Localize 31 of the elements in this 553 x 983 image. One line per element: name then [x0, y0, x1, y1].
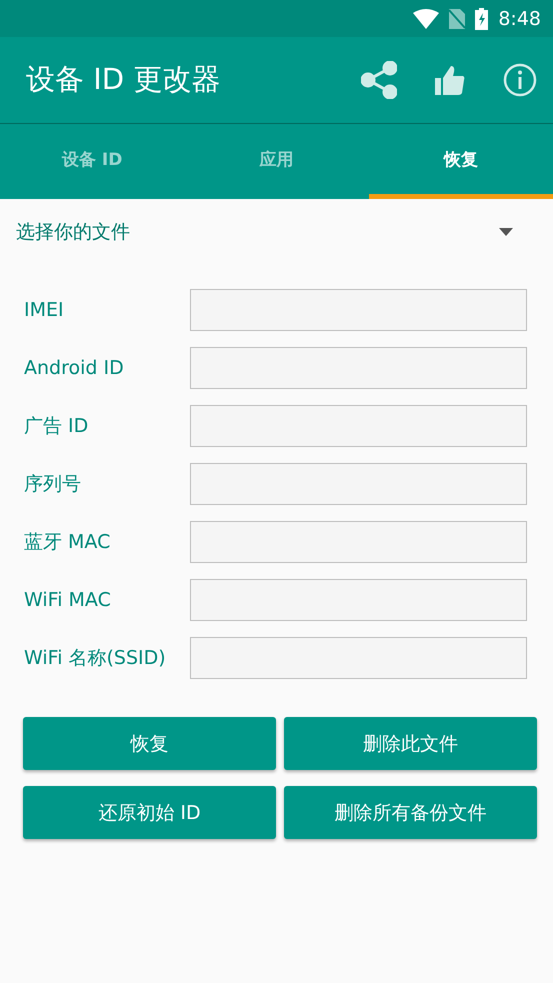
- field-label: WiFi MAC: [24, 589, 112, 611]
- input-field[interactable]: [190, 637, 527, 679]
- tab[interactable]: 设备 ID: [0, 124, 184, 199]
- input-field[interactable]: [190, 405, 527, 447]
- tab[interactable]: 应用: [184, 124, 369, 199]
- wifi-icon: [413, 8, 440, 28]
- file-dropdown-value[interactable]: 选择你的文件: [16, 219, 499, 245]
- field-label: Android ID: [24, 357, 125, 379]
- no-sim-icon: [449, 8, 466, 28]
- tab[interactable]: 恢复: [368, 124, 553, 199]
- thumbs-up-icon[interactable]: [435, 64, 465, 96]
- battery-charging-icon: [475, 8, 488, 30]
- input-field[interactable]: [190, 347, 527, 389]
- field-label: 序列号: [24, 472, 82, 497]
- field-label: 蓝牙 MAC: [24, 530, 112, 555]
- action-button[interactable]: 还原初始 ID: [23, 786, 276, 839]
- action-button[interactable]: 删除所有备份文件: [284, 786, 537, 839]
- app-title: 设备 ID 更改器: [26, 61, 222, 98]
- clock-time: 8:48: [498, 8, 541, 30]
- input-field[interactable]: [190, 521, 527, 563]
- action-button[interactable]: 恢复: [23, 717, 276, 770]
- input-field[interactable]: [190, 579, 527, 621]
- field-label: WiFi 名称(SSID): [24, 646, 167, 671]
- action-button[interactable]: 删除此文件: [284, 717, 537, 770]
- field-label: IMEI: [24, 299, 65, 321]
- share-icon[interactable]: [361, 61, 397, 99]
- input-field[interactable]: [190, 463, 527, 505]
- dropdown-arrow-icon[interactable]: [499, 228, 513, 236]
- info-icon[interactable]: [503, 63, 537, 97]
- input-field[interactable]: [190, 289, 527, 331]
- field-label: 广告 ID: [24, 414, 90, 439]
